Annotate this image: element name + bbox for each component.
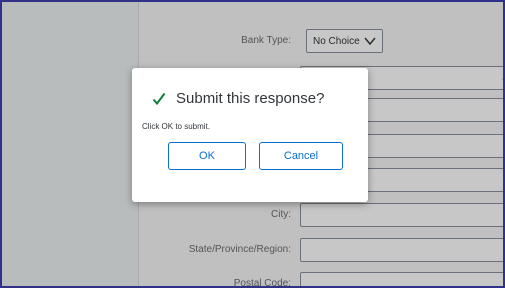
check-icon [152, 92, 166, 105]
ok-button[interactable]: OK [168, 142, 246, 170]
confirm-dialog: Submit this response? Click OK to submit… [132, 68, 368, 202]
cancel-button[interactable]: Cancel [259, 142, 343, 170]
dialog-title: Submit this response? [176, 90, 325, 107]
dialog-message: Click OK to submit. [142, 122, 211, 131]
dialog-header: Submit this response? [152, 90, 324, 107]
